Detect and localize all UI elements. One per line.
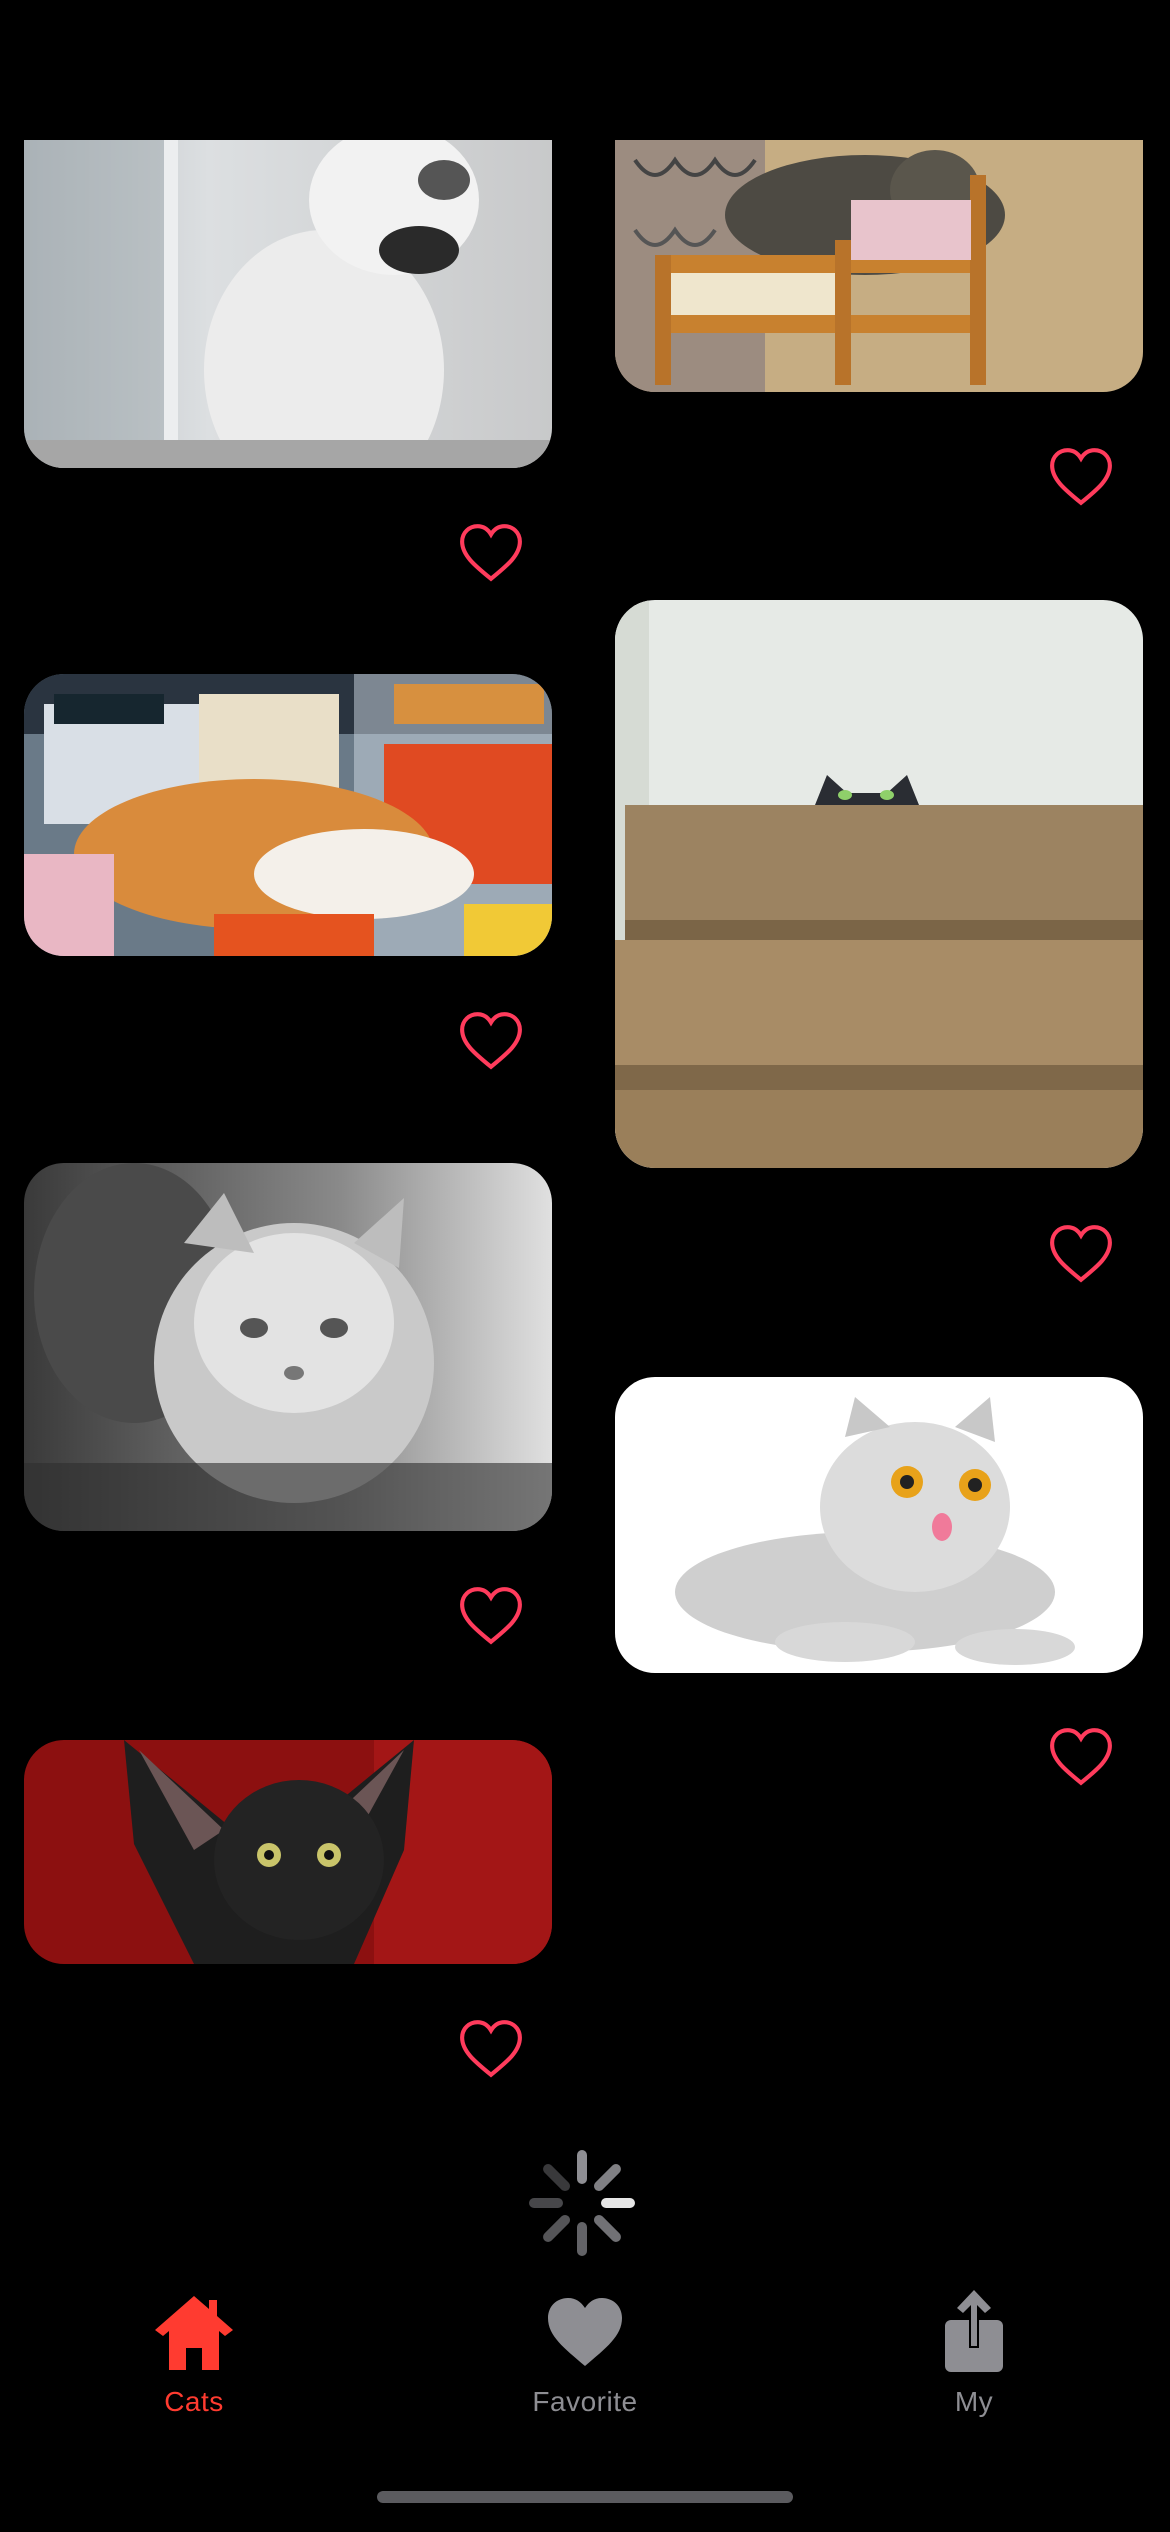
tab-my[interactable]: My (854, 2290, 1094, 2430)
favorite-button[interactable] (458, 1010, 524, 1072)
heart-outline-icon (460, 1012, 522, 1070)
heart-outline-icon (460, 524, 522, 582)
heart-outline-icon (460, 1587, 522, 1645)
home-indicator (377, 2491, 793, 2503)
favorite-button[interactable] (458, 522, 524, 584)
house-icon (155, 2296, 233, 2370)
favorite-button[interactable] (1048, 446, 1114, 508)
photo-black-oriental-cat[interactable] (24, 1740, 552, 1964)
tab-label: My (954, 2386, 994, 2417)
favorite-button[interactable] (1048, 1223, 1114, 1285)
tab-favorite[interactable]: Favorite (465, 2290, 705, 2430)
activity-spinner-icon (527, 2148, 637, 2258)
photo-cat-peeking-stairs[interactable] (615, 600, 1143, 1168)
photo-tabby-cat-toy-bed[interactable] (615, 140, 1143, 392)
heart-outline-icon (460, 2020, 522, 2078)
heart-fill-icon (548, 2298, 622, 2366)
heart-outline-icon (1050, 448, 1112, 506)
photo-orange-cat-desk[interactable] (24, 674, 552, 956)
photo-fluffy-cat-bw[interactable] (24, 1163, 552, 1531)
tab-label: Favorite (532, 2386, 638, 2417)
favorite-button[interactable] (458, 2018, 524, 2080)
photo-white-cat-window[interactable] (24, 140, 552, 468)
heart-outline-icon (1050, 1225, 1112, 1283)
tab-bar: Cats Favorite My (0, 2290, 1170, 2440)
share-icon (945, 2290, 1003, 2372)
favorite-button[interactable] (1048, 1726, 1114, 1788)
tab-cats[interactable]: Cats (74, 2290, 314, 2430)
favorite-button[interactable] (458, 1585, 524, 1647)
photo-persian-cat-white-bg[interactable] (615, 1377, 1143, 1673)
heart-outline-icon (1050, 1728, 1112, 1786)
tab-label: Cats (164, 2386, 224, 2417)
